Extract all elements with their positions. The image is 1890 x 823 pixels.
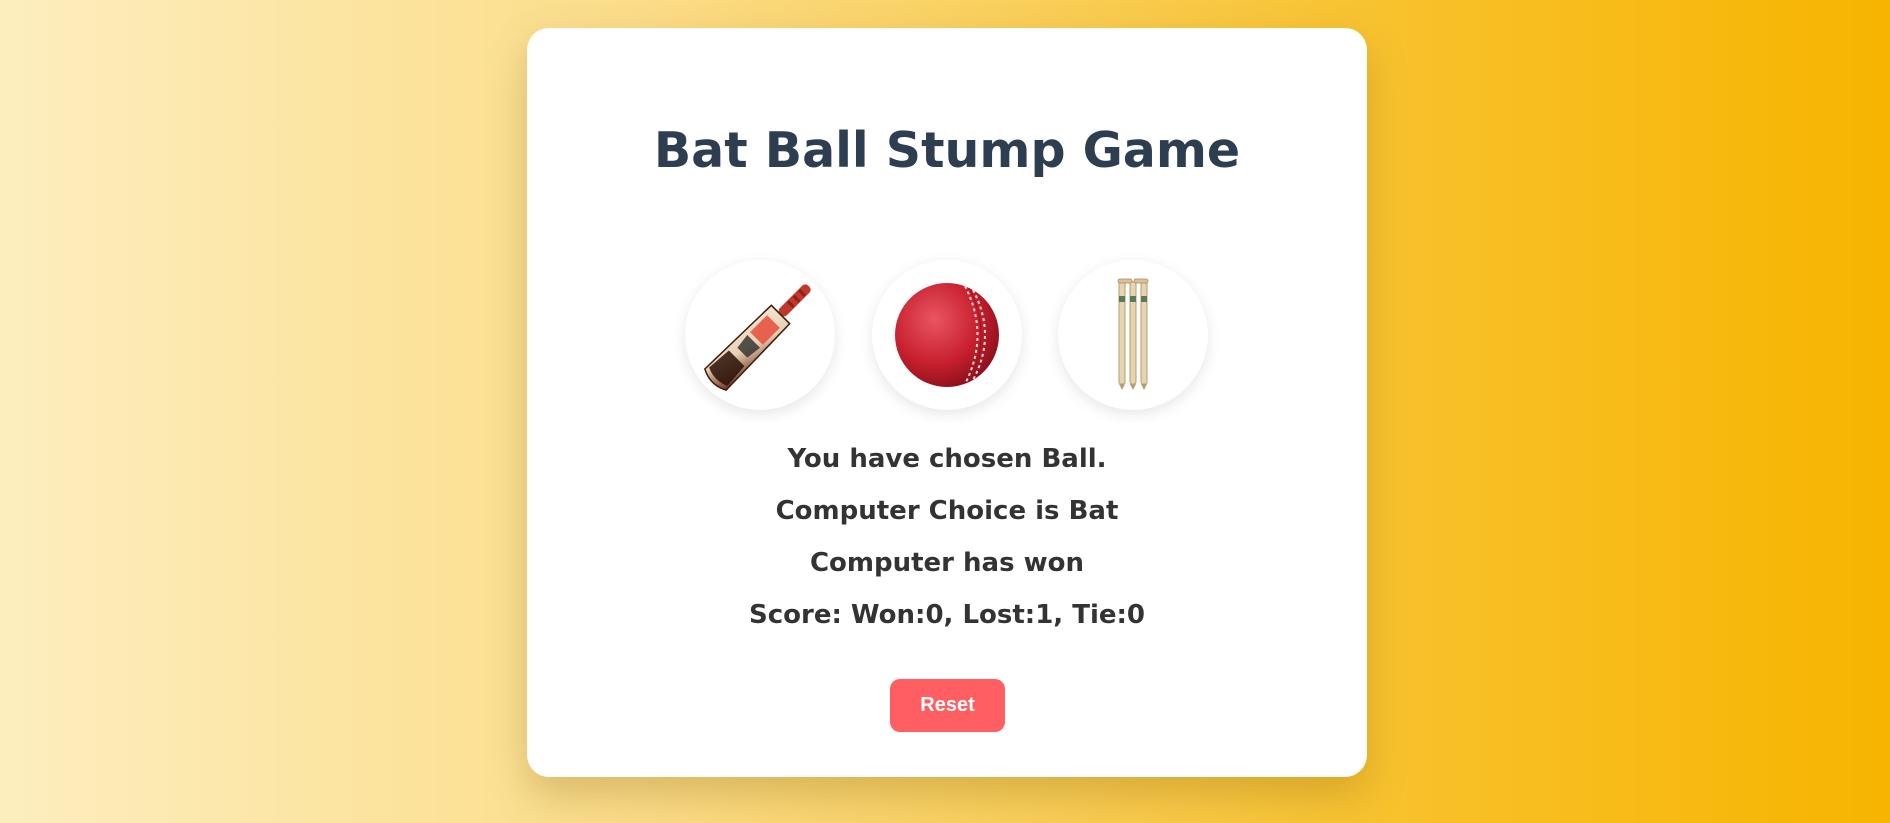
outcome-text: Computer has won — [809, 548, 1085, 578]
page-title: Bat Ball Stump Game — [653, 122, 1241, 179]
game-card: Bat Ball Stump Game You have chosen Ball… — [527, 28, 1367, 777]
cricket-stumps-icon — [1117, 278, 1149, 390]
cricket-ball-icon — [895, 283, 999, 387]
computer-choice-text: Computer Choice is Bat — [775, 496, 1119, 526]
ball-choice-button[interactable] — [872, 260, 1022, 410]
reset-button[interactable]: Reset — [890, 679, 1005, 732]
stump-choice-button[interactable] — [1058, 260, 1208, 410]
bat-choice-button[interactable] — [685, 260, 835, 410]
choice-buttons — [527, 260, 1367, 410]
score-text: Score: Won:0, Lost:1, Tie:0 — [749, 600, 1145, 630]
user-choice-text: You have chosen Ball. — [787, 444, 1107, 474]
cricket-bat-icon — [703, 284, 811, 392]
